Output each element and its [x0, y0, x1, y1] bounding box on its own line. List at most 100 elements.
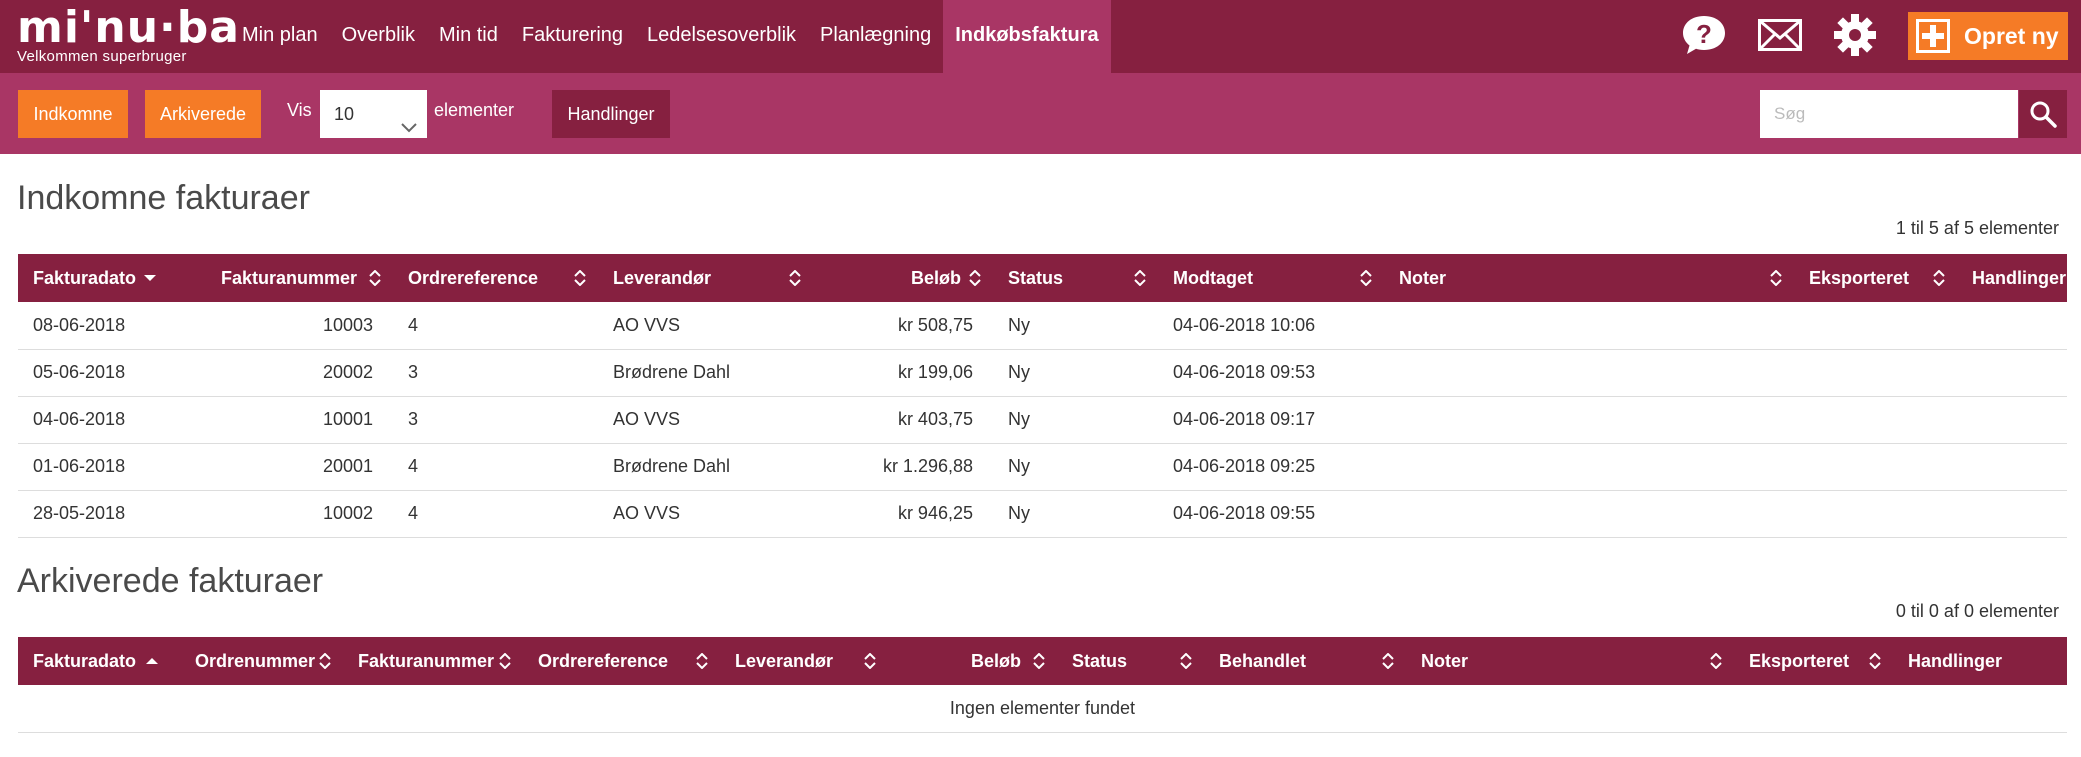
create-new-button[interactable]: Opret ny: [1908, 12, 2068, 60]
cell-leverandor: Brødrene Dahl: [598, 349, 813, 397]
cell-fakturanummer: 10001: [206, 396, 393, 444]
incoming-button[interactable]: Indkomne: [18, 90, 128, 138]
elements-label: elementer: [434, 100, 515, 120]
minuba-logo[interactable]: mi'nu·ba Velkommen superbruger: [17, 2, 240, 65]
col-ordrereference[interactable]: Ordrereference: [393, 254, 598, 302]
sort-icon: [574, 270, 586, 286]
col-modtaget[interactable]: Modtaget: [1158, 254, 1384, 302]
nav-item-planlaegning[interactable]: Planlægning: [808, 0, 943, 73]
archived-button[interactable]: Arkiverede: [145, 90, 261, 138]
archived-invoices-table: Fakturadato Ordrenummer Fakturanummer Or…: [18, 637, 2067, 733]
cell-handlinger: [1957, 349, 2067, 397]
sort-icon: [1360, 270, 1372, 286]
page-size-value: 10: [334, 104, 355, 124]
sort-icon: [1869, 653, 1881, 669]
empty-message: Ingen elementer fundet: [18, 685, 2067, 733]
cell-fakturadato: 05-06-2018: [18, 349, 206, 397]
col-leverandor[interactable]: Leverandør: [720, 637, 888, 685]
cell-noter: [1384, 349, 1794, 397]
incoming-invoices-table: Fakturadato Fakturanummer Ordrereference…: [18, 254, 2067, 538]
col-fakturanummer[interactable]: Fakturanummer: [343, 637, 523, 685]
cell-modtaget: 04-06-2018 09:17: [1158, 396, 1384, 444]
cell-ordrereference: 3: [393, 396, 598, 444]
table-row[interactable]: 04-06-2018 10001 3 AO VVS kr 403,75 Ny 0…: [18, 396, 2067, 444]
sort-icon: [969, 270, 981, 286]
cell-ordrereference: 4: [393, 490, 598, 538]
toolbar: Indkomne Arkiverede Vis 10 elementer Han…: [0, 73, 2081, 154]
col-belob[interactable]: Beløb: [813, 254, 993, 302]
col-eksporteret[interactable]: Eksporteret: [1734, 637, 1893, 685]
cell-fakturanummer: 10003: [206, 302, 393, 350]
sort-icon: [1033, 653, 1045, 669]
cell-ordrereference: 4: [393, 443, 598, 491]
table-row[interactable]: 08-06-2018 10003 4 AO VVS kr 508,75 Ny 0…: [18, 302, 2067, 350]
sort-asc-icon: [146, 658, 158, 664]
incoming-title: Indkomne fakturaer: [17, 179, 310, 217]
actions-button[interactable]: Handlinger: [552, 90, 670, 138]
cell-handlinger: [1957, 443, 2067, 491]
cell-handlinger: [1957, 396, 2067, 444]
nav-item-min-plan[interactable]: Min plan: [230, 0, 330, 73]
col-belob[interactable]: Beløb: [888, 637, 1057, 685]
cell-fakturadato: 28-05-2018: [18, 490, 206, 538]
col-noter[interactable]: Noter: [1384, 254, 1794, 302]
col-status[interactable]: Status: [993, 254, 1158, 302]
cell-handlinger: [1957, 302, 2067, 350]
sort-icon: [864, 653, 876, 669]
cell-ordrereference: 4: [393, 302, 598, 350]
col-fakturadato[interactable]: Fakturadato: [18, 254, 206, 302]
cell-modtaget: 04-06-2018 09:55: [1158, 490, 1384, 538]
cell-leverandor: Brødrene Dahl: [598, 443, 813, 491]
cell-noter: [1384, 302, 1794, 350]
top-navigation-bar: mi'nu·ba Velkommen superbruger Min plan …: [0, 0, 2081, 73]
nav-item-indkobsfaktura[interactable]: Indkøbsfaktura: [943, 0, 1111, 73]
main-nav: Min plan Overblik Min tid Fakturering Le…: [230, 0, 1111, 73]
table-row[interactable]: 28-05-2018 10002 4 AO VVS kr 946,25 Ny 0…: [18, 490, 2067, 538]
nav-item-overblik[interactable]: Overblik: [330, 0, 427, 73]
nav-item-min-tid[interactable]: Min tid: [427, 0, 510, 73]
cell-eksporteret: [1794, 349, 1957, 397]
cell-belob: kr 199,06: [813, 349, 993, 397]
col-handlinger: Handlinger: [1957, 254, 2067, 302]
incoming-count: 1 til 5 af 5 elementer: [1895, 218, 2059, 238]
cell-noter: [1384, 443, 1794, 491]
table-row[interactable]: 05-06-2018 20002 3 Brødrene Dahl kr 199,…: [18, 349, 2067, 397]
gear-icon[interactable]: [1832, 14, 1878, 56]
cell-fakturadato: 01-06-2018: [18, 443, 206, 491]
archived-title: Arkiverede fakturaer: [17, 562, 324, 600]
search-icon: [2030, 101, 2057, 128]
mail-icon[interactable]: [1757, 14, 1803, 56]
cell-handlinger: [1957, 490, 2067, 538]
col-ordrereference[interactable]: Ordrereference: [523, 637, 720, 685]
col-handlinger: Handlinger: [1893, 637, 2067, 685]
col-status[interactable]: Status: [1057, 637, 1204, 685]
search-input[interactable]: [1760, 90, 2018, 138]
cell-eksporteret: [1794, 443, 1957, 491]
col-eksporteret[interactable]: Eksporteret: [1794, 254, 1957, 302]
help-icon[interactable]: ?: [1681, 14, 1727, 56]
create-new-label: Opret ny: [1964, 22, 2059, 49]
col-fakturanummer[interactable]: Fakturanummer: [206, 254, 393, 302]
cell-leverandor: AO VVS: [598, 396, 813, 444]
cell-fakturanummer: 20001: [206, 443, 393, 491]
table-row[interactable]: 01-06-2018 20001 4 Brødrene Dahl kr 1.29…: [18, 443, 2067, 491]
search-button[interactable]: [2019, 90, 2067, 138]
nav-item-ledelsesoverblik[interactable]: Ledelsesoverblik: [635, 0, 808, 73]
cell-belob: kr 946,25: [813, 490, 993, 538]
col-fakturadato[interactable]: Fakturadato: [18, 637, 180, 685]
col-noter[interactable]: Noter: [1406, 637, 1734, 685]
cell-eksporteret: [1794, 490, 1957, 538]
cell-status: Ny: [993, 396, 1158, 444]
cell-belob: kr 403,75: [813, 396, 993, 444]
col-leverandor[interactable]: Leverandør: [598, 254, 813, 302]
incoming-header-row: Fakturadato Fakturanummer Ordrereference…: [18, 254, 2067, 302]
cell-fakturanummer: 10002: [206, 490, 393, 538]
nav-item-fakturering[interactable]: Fakturering: [510, 0, 635, 73]
archived-header-row: Fakturadato Ordrenummer Fakturanummer Or…: [18, 637, 2067, 685]
cell-fakturadato: 04-06-2018: [18, 396, 206, 444]
col-behandlet[interactable]: Behandlet: [1204, 637, 1406, 685]
page-size-select[interactable]: 10: [320, 90, 427, 138]
cell-fakturanummer: 20002: [206, 349, 393, 397]
col-ordrenummer[interactable]: Ordrenummer: [180, 637, 343, 685]
plus-icon: [1916, 19, 1950, 53]
